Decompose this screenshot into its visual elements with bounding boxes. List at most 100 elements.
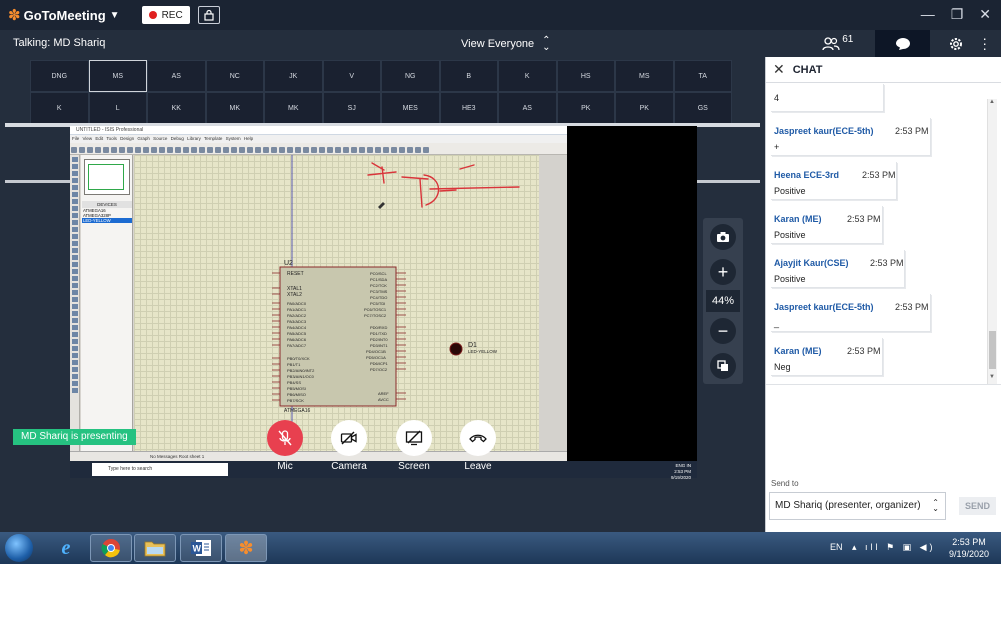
participant-tile[interactable]: MK [205,92,264,124]
participant-tile[interactable]: AS [498,92,557,124]
lock-meeting-button[interactable] [197,6,220,24]
chat-header: ✕ CHAT [766,57,1001,83]
participant-tile[interactable]: NC [205,60,264,92]
participant-tile[interactable]: SJ [322,92,381,124]
svg-text:PA6/ADC6: PA6/ADC6 [287,337,307,342]
gotomeeting-icon: ✽ [238,537,254,558]
shared-app-toolbar [70,143,567,155]
view-selector[interactable]: View Everyone ⌃ ⌄ [461,35,551,53]
gotomeeting-taskbar-button[interactable]: ✽ [225,534,267,562]
participant-tile[interactable]: L [88,92,147,124]
windows-start-icon[interactable] [5,534,33,562]
chat-sender: Ajayjit Kaur(CSE) [774,258,849,268]
chat-message: 4 [771,84,884,112]
chat-message-text: Positive [774,230,806,240]
participant-tile[interactable]: NG [381,60,440,92]
hang-up-icon [469,434,487,443]
windows-taskbar: e W ✽ EN ▴ ıll ⚑ ▣ ◀) 2:53 PM 9/19/2020 [0,532,1001,564]
chat-message: Jaspreet kaur(ECE-5th) 2:53 PM _ [771,294,931,332]
window-controls: — ❐ ✕ [921,6,991,23]
participant-tile[interactable]: V [322,60,381,92]
record-button[interactable]: REC [141,6,190,24]
leave-control[interactable]: Leave [448,420,508,472]
popout-button[interactable] [710,353,736,379]
svg-text:PB7/SCK: PB7/SCK [287,398,304,403]
shared-screen-blank [567,126,697,461]
system-tray-icons[interactable]: ▴ ıll ⚑ ▣ ◀) [852,542,936,553]
participant-tile[interactable]: MS [88,60,147,92]
participant-tile[interactable]: DNG [30,60,89,92]
participant-tile[interactable]: K [30,92,89,124]
shared-app-scroll-area [539,155,567,451]
svg-text:PC6/TOSC1: PC6/TOSC1 [364,307,387,312]
app-menu-button[interactable]: ✽ GoToMeeting ▼ [8,6,120,24]
participant-tile[interactable]: KK [147,92,206,124]
participant-tile[interactable]: PK [556,92,615,124]
shared-clock-date: 9/19/2020 [670,475,691,480]
participant-tile[interactable]: HS [556,60,615,92]
svg-text:PB1/T1: PB1/T1 [287,362,301,367]
copy-window-icon [717,360,728,371]
mic-button[interactable] [267,420,303,456]
participant-tile[interactable]: HE3 [439,92,498,124]
screen-share-off-icon [405,430,423,446]
chevron-updown-icon: ⌃ ⌄ [542,35,551,53]
close-chat-icon[interactable]: ✕ [773,61,785,78]
send-button[interactable]: SEND [959,497,996,515]
chat-message-text: 4 [774,93,780,103]
participant-count: 61 [842,34,854,45]
taskbar-clock[interactable]: 2:53 PM 9/19/2020 [944,536,994,560]
participant-tile[interactable]: MK [264,92,323,124]
svg-text:PB2/AIN0/INT2: PB2/AIN0/INT2 [287,368,315,373]
minimize-button[interactable]: — [921,6,935,23]
chrome-taskbar-button[interactable] [90,534,132,562]
scroll-down-icon[interactable]: ▼ [989,374,995,380]
svg-text:PC3/TMS: PC3/TMS [370,289,388,294]
zoom-in-button[interactable]: + [710,259,736,285]
leave-button[interactable] [460,420,496,456]
devices-header: DEVICES [82,201,132,208]
language-indicator[interactable]: EN [830,542,843,552]
participants-button[interactable]: 61 [822,34,854,51]
mic-control[interactable]: Mic [255,420,315,472]
explorer-taskbar-button[interactable] [134,534,176,562]
svg-text:PA3/ADC3: PA3/ADC3 [287,319,307,324]
camera-button[interactable] [331,420,367,456]
participant-tile[interactable]: K [498,60,557,92]
camera-control[interactable]: Camera [319,420,379,472]
chat-scroll-thumb[interactable] [989,331,996,369]
chat-toggle-button[interactable] [875,30,931,57]
svg-text:PB0/T0/XCK: PB0/T0/XCK [287,356,310,361]
recipient-select[interactable]: MD Shariq (presenter, organizer) ⌃ ⌄ [769,492,946,520]
snapshot-button[interactable] [710,224,736,250]
scroll-up-icon[interactable]: ▲ [989,99,995,105]
chat-time: 2:53 PM [895,126,929,136]
word-taskbar-button[interactable]: W [180,534,222,562]
screen-button[interactable] [396,420,432,456]
close-button[interactable]: ✕ [979,6,991,23]
more-options-icon[interactable]: · · · [982,31,987,55]
screen-control[interactable]: Screen [384,420,444,472]
internet-explorer-icon[interactable]: e [45,534,87,562]
chevron-updown-icon: ⌃ ⌄ [932,498,939,513]
participant-tile[interactable]: GS [673,92,732,124]
chat-scrollbar[interactable]: ▲ ▼ [987,99,997,384]
participant-tile[interactable]: AS [147,60,206,92]
zoom-controls: + 44% − [703,218,743,384]
participant-tile[interactable]: MS [615,60,674,92]
participant-tile[interactable]: PK [615,92,674,124]
svg-text:PA2/ADC2: PA2/ADC2 [287,313,307,318]
chat-panel: ✕ CHAT 4 Jaspreet kaur(ECE-5th) 2:53 PM … [765,57,1001,532]
participant-tile[interactable]: JK [264,60,323,92]
participant-tile[interactable]: TA [673,60,732,92]
meeting-toolbar: Talking: MD Shariq View Everyone ⌃⌄ 61 [0,30,1001,57]
participant-tile[interactable]: B [439,60,498,92]
zoom-level: 44% [706,290,740,312]
gear-icon[interactable] [948,36,964,52]
chat-sender: Jaspreet kaur(ECE-5th) [774,302,874,312]
participant-tile[interactable]: MES [381,92,440,124]
mic-muted-icon [278,430,292,446]
restore-button[interactable]: ❐ [951,6,964,23]
zoom-out-button[interactable]: − [710,318,736,344]
taskbar-time: 2:53 PM [952,537,986,547]
